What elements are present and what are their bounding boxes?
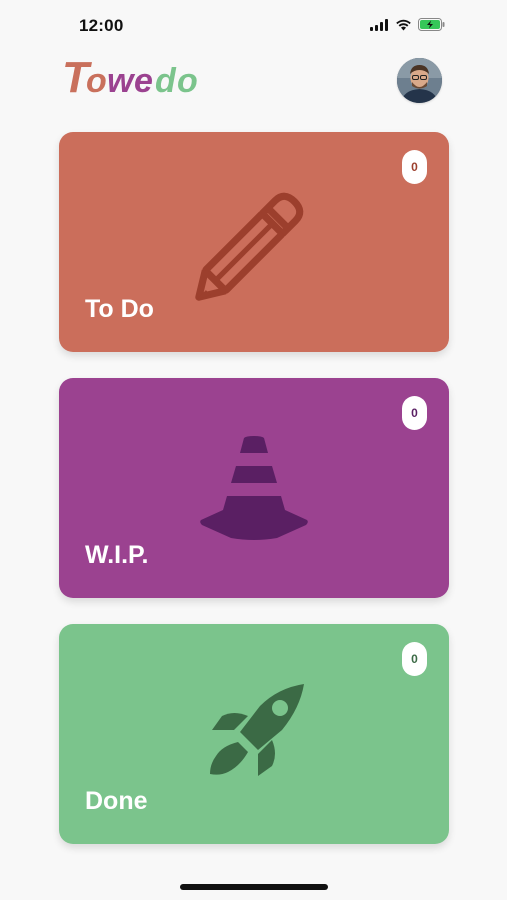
card-todo[interactable]: 0 To Do bbox=[59, 132, 449, 352]
card-wip[interactable]: 0 W.I.P. bbox=[59, 378, 449, 598]
card-count: 0 bbox=[411, 160, 418, 174]
avatar-image bbox=[397, 58, 442, 103]
logo-letter: e bbox=[134, 62, 153, 100]
card-count-badge: 0 bbox=[402, 396, 427, 430]
battery-charging-icon bbox=[418, 18, 445, 31]
card-done[interactable]: 0 Done bbox=[59, 624, 449, 844]
card-count-badge: 0 bbox=[402, 642, 427, 676]
home-indicator[interactable] bbox=[180, 884, 328, 890]
logo-letter: o bbox=[177, 62, 198, 100]
signal-icon bbox=[370, 18, 388, 31]
status-bar: 12:00 bbox=[0, 0, 507, 50]
traffic-cone-icon bbox=[200, 436, 308, 540]
status-icons bbox=[370, 18, 445, 31]
avatar[interactable] bbox=[397, 58, 442, 103]
rocket-icon bbox=[210, 684, 304, 776]
card-count-badge: 0 bbox=[402, 150, 427, 184]
app-logo: T o w e d o bbox=[62, 53, 198, 102]
card-count: 0 bbox=[411, 652, 418, 666]
logo-letter: d bbox=[155, 62, 177, 100]
wifi-icon bbox=[396, 19, 411, 30]
card-label: To Do bbox=[85, 295, 154, 323]
status-time: 12:00 bbox=[79, 16, 124, 35]
card-label: Done bbox=[85, 787, 148, 815]
logo-letter: w bbox=[107, 62, 136, 100]
card-count: 0 bbox=[411, 406, 418, 420]
logo-letter: o bbox=[86, 62, 107, 100]
card-label: W.I.P. bbox=[85, 541, 149, 569]
pencil-icon bbox=[195, 192, 304, 301]
